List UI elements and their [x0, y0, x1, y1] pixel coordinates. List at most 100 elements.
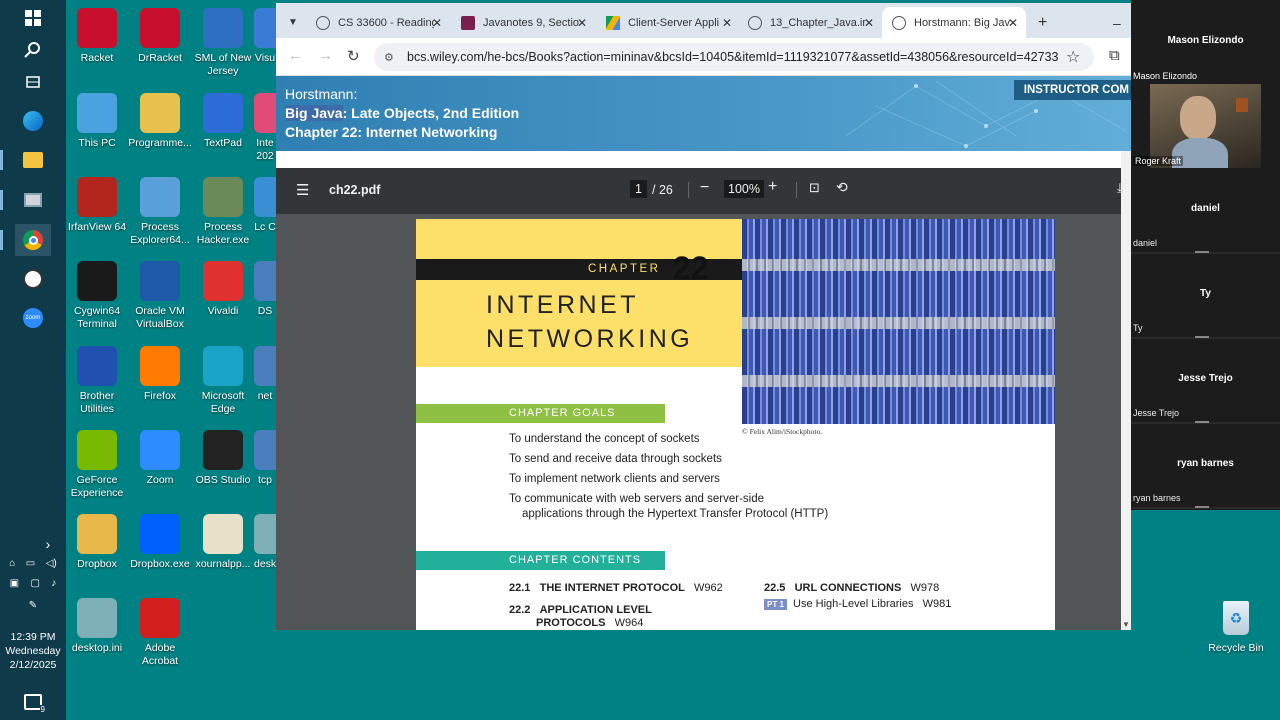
browser-tab[interactable]: Client-Server Appli ✕: [596, 7, 740, 38]
desktop-icon[interactable]: desktop.ini: [254, 514, 276, 571]
participant-tile[interactable]: daniel daniel: [1131, 170, 1280, 254]
desktop-icon[interactable]: Dropbox.exe: [128, 514, 192, 571]
tab-title: Horstmann: Big Jav: [914, 16, 1010, 29]
mic-icon[interactable]: ♪: [51, 578, 56, 589]
page-scrollbar[interactable]: ▼: [1121, 151, 1131, 630]
participant-tile[interactable]: Ty Ty: [1131, 255, 1280, 339]
desktop-icon[interactable]: Dropbox: [65, 514, 129, 571]
desktop-icon[interactable]: TextPad: [191, 93, 255, 150]
desktop-icon[interactable]: net: [254, 346, 276, 403]
minimize-button[interactable]: –: [1103, 7, 1123, 38]
desktop-icon[interactable]: DrRacket: [128, 8, 192, 65]
windows-start-icon[interactable]: [15, 2, 51, 34]
desktop-icon[interactable]: Firefox: [128, 346, 192, 403]
extensions-icon[interactable]: ⧉: [1109, 47, 1120, 64]
bookmark-star-icon[interactable]: ☆: [1066, 47, 1080, 67]
zoom-in-icon[interactable]: +: [768, 178, 777, 196]
desktop-icon[interactable]: Process Explorer64...: [128, 177, 192, 247]
fit-page-icon[interactable]: ⊡: [809, 180, 820, 196]
task-view-icon[interactable]: [15, 66, 51, 98]
tab-search-button[interactable]: ▼: [276, 7, 308, 38]
new-tab-button[interactable]: +: [1028, 7, 1048, 38]
close-icon[interactable]: ✕: [432, 16, 442, 30]
tab-bar: ▼ CS 33600 - Reading ✕ Javanotes 9, Sectio…: [276, 3, 1131, 38]
recycle-bin[interactable]: ♻ Recycle Bin: [1204, 598, 1268, 655]
participant-tile[interactable]: ryan barnes ryan barnes: [1131, 425, 1280, 509]
clock-app-icon[interactable]: [15, 263, 51, 295]
back-icon[interactable]: ←: [288, 47, 303, 64]
desktop-icon[interactable]: Vivaldi: [191, 261, 255, 318]
tray-icon[interactable]: ▣: [10, 578, 19, 589]
taskbar-clock[interactable]: 12:39 PM Wednesday 2/12/2025: [0, 630, 66, 672]
desktop-icon[interactable]: Microsoft Edge: [191, 346, 255, 416]
desktop-icon[interactable]: desktop.ini: [65, 598, 129, 655]
forward-icon[interactable]: →: [318, 47, 333, 64]
desktop-icon[interactable]: Oracle VM VirtualBox: [128, 261, 192, 331]
browser-tab[interactable]: 13_Chapter_Java.in ✕: [738, 7, 882, 38]
process-hacker-icon: [203, 177, 243, 217]
computer-icon[interactable]: [15, 184, 51, 216]
notification-icon[interactable]: 9: [15, 686, 51, 718]
desktop-icon[interactable]: Racket: [65, 8, 129, 65]
title-line-2: NETWORKING: [486, 325, 694, 353]
site-info-icon[interactable]: ⚙: [384, 51, 394, 64]
desktop-icon[interactable]: Process Hacker.exe: [191, 177, 255, 247]
chevron-down-icon: ▼: [288, 17, 298, 28]
ds-icon: [254, 261, 276, 301]
desktop-icon[interactable]: SML of New Jersey: [191, 8, 255, 78]
zoom-level[interactable]: 100%: [724, 180, 764, 198]
edge-taskbar-icon[interactable]: [15, 105, 51, 137]
close-icon[interactable]: ✕: [577, 16, 587, 30]
zoom-out-icon[interactable]: −: [700, 179, 709, 197]
browser-tab[interactable]: CS 33600 - Reading ✕: [306, 7, 450, 38]
pdf-page: CHAPTER 22 INTERNET NETWORKING © Felix A…: [416, 219, 1055, 630]
file-explorer-icon[interactable]: [15, 144, 51, 176]
desktop-icon[interactable]: Programme...: [128, 93, 192, 150]
banner-book-suffix: : Late Objects, 2nd Edition: [342, 105, 520, 121]
instructor-companion-button[interactable]: INSTRUCTOR COM: [1013, 80, 1131, 100]
desktop-icon[interactable]: Zoom: [128, 430, 192, 487]
tray-icon[interactable]: ⌂: [9, 558, 15, 569]
close-icon[interactable]: ✕: [722, 16, 732, 30]
url-field[interactable]: ⚙ bcs.wiley.com/he-bcs/Books?action=mini…: [374, 43, 1094, 71]
participant-label: Ty: [1133, 323, 1143, 333]
battery-icon[interactable]: ▭: [26, 558, 35, 569]
rotate-icon[interactable]: ⟲: [836, 179, 848, 196]
close-icon[interactable]: ✕: [864, 16, 874, 30]
desktop-icon[interactable]: Visu: [254, 8, 276, 65]
volume-icon[interactable]: ◁): [46, 558, 57, 569]
desktop-icon[interactable]: GeForce Experience: [65, 430, 129, 500]
desktop-icon[interactable]: Brother Utilities: [65, 346, 129, 416]
javanotes-icon: [461, 15, 475, 30]
desktop-icon[interactable]: Cygwin64 Terminal: [65, 261, 129, 331]
desktop-icon[interactable]: This PC: [65, 93, 129, 150]
desktop-icon[interactable]: Adobe Acrobat: [128, 598, 192, 668]
participant-tile[interactable]: Jesse Trejo Jesse Trejo: [1131, 340, 1280, 424]
menu-icon[interactable]: ☰: [296, 181, 309, 199]
clock-date: 2/12/2025: [9, 659, 57, 671]
browser-tab[interactable]: Horstmann: Big Jav ✕: [882, 7, 1026, 38]
tray-icon[interactable]: ▢: [30, 578, 39, 589]
banner-chapter: Chapter 22: Internet Networking: [285, 124, 498, 140]
scroll-down-icon[interactable]: ▼: [1122, 620, 1130, 629]
desktop-icon[interactable]: tcp: [254, 430, 276, 487]
goal-item: To communicate with web servers and serv…: [509, 493, 765, 505]
close-icon[interactable]: ✕: [1008, 16, 1018, 30]
desktop-icon[interactable]: Lc C: [254, 177, 276, 234]
participant-name: Ty: [1200, 288, 1211, 299]
pen-icon[interactable]: ✎: [29, 600, 37, 611]
desktop-icon-label: TextPad: [204, 137, 242, 149]
reload-icon[interactable]: ↻: [347, 47, 360, 65]
chevron-right-icon[interactable]: ›: [38, 528, 58, 560]
chrome-taskbar-icon[interactable]: [15, 224, 51, 256]
pdf-viewer: ☰ ch22.pdf 1 / 26 − 100% + ⊡ ⟲ ⤓ CHAPTER…: [276, 151, 1131, 630]
desktop-icon[interactable]: OBS Studio: [191, 430, 255, 487]
desktop-icon[interactable]: DS: [254, 261, 276, 318]
desktop-icon[interactable]: IrfanView 64: [65, 177, 129, 234]
desktop-icon[interactable]: xournalpp...: [191, 514, 255, 571]
page-number-input[interactable]: 1: [630, 180, 647, 198]
browser-tab[interactable]: Javanotes 9, Sectio ✕: [451, 7, 595, 38]
zoom-taskbar-icon[interactable]: zoom: [15, 302, 51, 334]
search-icon[interactable]: [15, 34, 51, 66]
desktop-icon[interactable]: Inte 202: [254, 93, 276, 163]
